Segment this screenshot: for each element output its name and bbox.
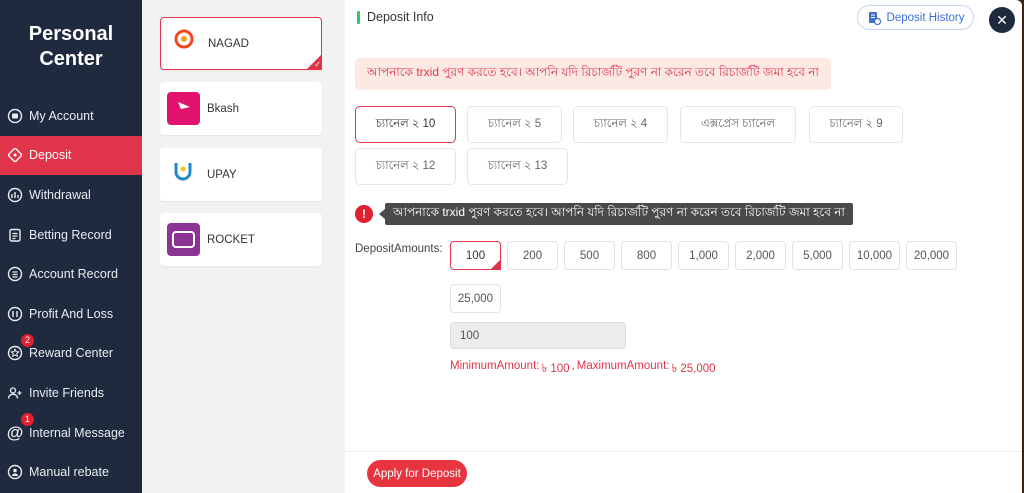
payment-method-upay[interactable]: UPAY: [160, 148, 322, 201]
payment-method-list: NAGAD ✓ Bkash UPAY ROCKET: [142, 0, 345, 493]
sidebar-item-my-account[interactable]: My Account: [0, 96, 142, 136]
sidebar-item-label: Betting Record: [29, 227, 112, 242]
sidebar-title: Personal Center: [28, 23, 114, 70]
deposit-amount-input[interactable]: 100: [450, 322, 626, 349]
sidebar-item-label: Manual rebate: [29, 465, 109, 480]
limit-separator: ,: [571, 360, 575, 372]
amount-value: 100: [465, 249, 486, 262]
deposit-amounts-label: DepositAmounts:: [355, 243, 443, 255]
amount-option-10000[interactable]: 10,000: [849, 241, 900, 270]
message-count-badge: 1: [21, 412, 34, 426]
amount-option-100[interactable]: 100: [450, 241, 501, 270]
apply-for-deposit-button[interactable]: Apply for Deposit: [367, 460, 467, 487]
channel-button-6[interactable]: চ্যানেল ২ 12: [355, 148, 456, 185]
selected-check-icon: ✓: [306, 54, 322, 70]
sidebar-item-account-record[interactable]: Account Record: [0, 254, 142, 294]
sidebar-item-invite-friends[interactable]: Invite Friends: [0, 373, 142, 413]
rocket-logo: [167, 223, 200, 256]
channel-button-3[interactable]: চ্যানেল ২ 4: [573, 106, 668, 143]
at-icon: @: [6, 422, 24, 442]
channel-button-2[interactable]: চ্যানেল ২ 5: [467, 106, 562, 143]
reward-count-badge: 2: [21, 333, 34, 347]
amount-limits: MinimumAmount: ৳ 100 , MaximumAmount: ৳ …: [450, 360, 716, 379]
betting-record-icon: [7, 227, 23, 243]
amount-option-2000[interactable]: 2,000: [735, 241, 786, 270]
max-amount-label: MaximumAmount:: [576, 360, 670, 372]
sidebar-item-label: Internal Message: [29, 425, 125, 440]
amount-option-800[interactable]: 800: [621, 241, 672, 270]
channel-button-5[interactable]: চ্যানেল ২ 9: [809, 106, 903, 143]
account-icon: [7, 108, 23, 124]
nagad-logo: [168, 27, 201, 60]
amount-option-500[interactable]: 500: [564, 241, 615, 270]
sidebar-item-deposit[interactable]: Deposit: [0, 135, 142, 176]
account-record-icon: [7, 266, 23, 282]
sidebar-item-internal-message[interactable]: @ 1 Internal Message: [0, 412, 142, 453]
reward-icon: [7, 345, 23, 361]
payment-method-label: UPAY: [207, 168, 237, 181]
deposit-panel: NAGAD ✓ Bkash UPAY ROCKET Deposit Info D…: [142, 0, 1022, 493]
payment-method-rocket[interactable]: ROCKET: [160, 213, 322, 266]
sidebar-item-label: Account Record: [29, 267, 118, 282]
deposit-content: Deposit Info Deposit History ✕ আপনাকে tr…: [345, 0, 1022, 493]
upay-logo: [167, 158, 200, 191]
sidebar-item-label: Invite Friends: [29, 385, 105, 400]
sidebar-item-label: My Account: [29, 108, 94, 123]
trxid-notice: আপনাকে trxid পুরণ করতে হবে। আপনি যদি রিচ…: [355, 58, 831, 90]
warning-row: ! আপনাকে trxid পুরণ করতে হবে। আপনি যদি র…: [355, 203, 853, 225]
min-amount-value: ৳ 100: [541, 363, 570, 375]
deposit-footer: Apply for Deposit: [345, 451, 1022, 493]
sidebar: Personal Center My Account Deposit Withd…: [0, 0, 142, 493]
payment-method-label: Bkash: [207, 102, 239, 115]
min-amount-label: MinimumAmount:: [450, 360, 540, 372]
amount-option-200[interactable]: 200: [507, 241, 558, 270]
invite-icon: [7, 385, 23, 401]
sidebar-item-label: Withdrawal: [29, 187, 91, 202]
bkash-logo: [167, 92, 200, 125]
sidebar-item-label: Reward Center: [29, 346, 114, 361]
sidebar-item-withdrawal[interactable]: Withdrawal: [0, 175, 142, 215]
channel-button-7[interactable]: চ্যানেল ২ 13: [467, 148, 568, 185]
payment-method-label: ROCKET: [207, 233, 255, 246]
selected-check-icon: [490, 259, 501, 270]
close-icon: ✕: [996, 11, 1008, 28]
rebate-icon: [7, 464, 23, 480]
channel-button-4[interactable]: এক্সপ্রেস চ্যানেল: [680, 106, 796, 143]
sidebar-item-label: Deposit: [29, 148, 72, 163]
profit-loss-icon: [7, 306, 23, 322]
warning-tooltip: আপনাকে trxid পুরণ করতে হবে। আপনি যদি রিচ…: [379, 203, 853, 225]
heading-accent-bar: [357, 10, 360, 24]
payment-method-nagad[interactable]: NAGAD ✓: [160, 17, 322, 70]
sidebar-menu: My Account Deposit Withdrawal Betting Re…: [0, 96, 142, 492]
heading-text: Deposit Info: [367, 10, 434, 24]
close-button[interactable]: ✕: [989, 7, 1015, 33]
sidebar-item-betting-record[interactable]: Betting Record: [0, 215, 142, 255]
deposit-history-label: Deposit History: [886, 11, 965, 24]
amount-option-1000[interactable]: 1,000: [678, 241, 729, 270]
deposit-info-heading: Deposit Info: [357, 10, 434, 24]
amount-option-25000[interactable]: 25,000: [450, 284, 501, 313]
payment-method-bkash[interactable]: Bkash: [160, 82, 322, 135]
withdrawal-icon: [7, 187, 23, 203]
sidebar-item-profit-and-loss[interactable]: Profit And Loss: [0, 294, 142, 334]
amount-option-5000[interactable]: 5,000: [792, 241, 843, 270]
channel-button-1[interactable]: চ্যানেল ২ 10: [355, 106, 456, 143]
payment-method-label: NAGAD: [208, 37, 249, 50]
document-icon: [868, 11, 881, 25]
max-amount-value: ৳ 25,000: [671, 363, 716, 375]
exclamation-icon: !: [355, 205, 373, 223]
deposit-icon: [7, 147, 23, 163]
deposit-history-button[interactable]: Deposit History: [857, 5, 974, 30]
sidebar-item-reward-center[interactable]: 2 Reward Center: [0, 333, 142, 374]
sidebar-item-manual-rebate[interactable]: Manual rebate: [0, 452, 142, 492]
amount-option-20000[interactable]: 20,000: [906, 241, 957, 270]
sidebar-item-label: Profit And Loss: [29, 306, 114, 321]
